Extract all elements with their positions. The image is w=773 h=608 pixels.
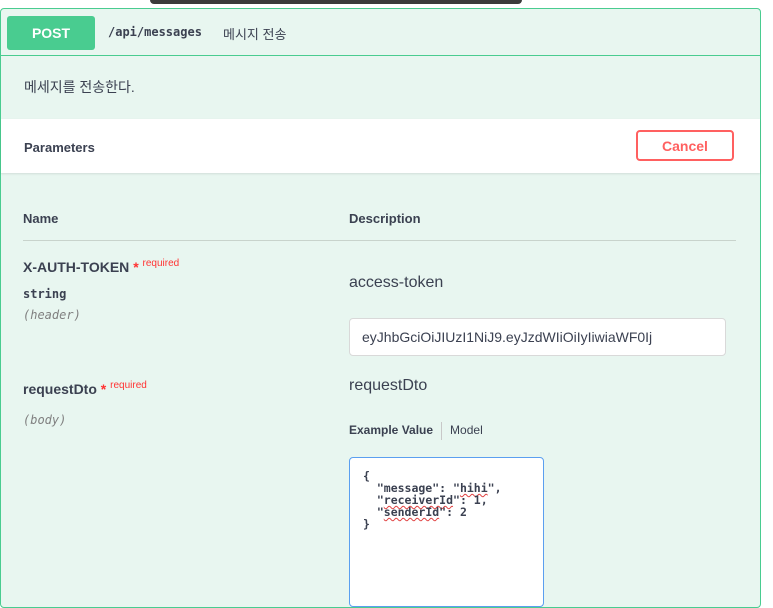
code-line: "senderId": 2 xyxy=(363,505,467,519)
tab-divider xyxy=(441,422,443,440)
request-body-editor[interactable]: { "message": "hihi", "receiverId": 1, "s… xyxy=(349,457,544,607)
tab-example-value[interactable]: Example Value xyxy=(349,423,433,437)
column-header-name: Name xyxy=(23,211,59,226)
param-name-text: requestDto xyxy=(23,381,97,397)
tab-model[interactable]: Model xyxy=(450,423,483,437)
code-line: } xyxy=(363,517,370,531)
param-description: requestDto xyxy=(349,377,428,394)
method-badge: POST xyxy=(7,16,95,50)
x-auth-token-input[interactable]: eyJhbGciOiJIUzI1NiJ9.eyJzdWIiOiIyIiwiaWF… xyxy=(349,318,726,356)
required-star: * xyxy=(100,381,107,397)
param-name-x-auth-token: X-AUTH-TOKEN * required xyxy=(23,258,180,275)
param-in: (body) xyxy=(23,413,67,427)
param-in: (header) xyxy=(23,308,81,322)
parameters-header: Parameters Cancel xyxy=(1,119,760,173)
spellcheck-word: senderId xyxy=(383,505,440,519)
header-divider xyxy=(23,240,736,241)
param-name-request-dto: requestDto * required xyxy=(23,380,147,397)
top-strip xyxy=(0,0,773,8)
column-header-description: Description xyxy=(349,211,421,226)
cancel-button[interactable]: Cancel xyxy=(636,130,734,161)
param-type: string xyxy=(23,287,67,301)
required-star: * xyxy=(133,259,139,275)
operation-description: 메세지를 전송한다. xyxy=(24,79,135,95)
parameters-title: Parameters xyxy=(24,140,95,155)
scroll-indicator xyxy=(150,0,522,4)
param-name-text: X-AUTH-TOKEN xyxy=(23,259,130,275)
operation-summary[interactable]: POST /api/messages 메시지 전송 xyxy=(1,9,760,56)
required-label: required xyxy=(142,258,180,269)
example-model-tabs: Example Value Model xyxy=(349,422,483,440)
param-description: access-token xyxy=(349,274,444,291)
operation-block: POST /api/messages 메시지 전송 메세지를 전송한다. Par… xyxy=(0,8,761,608)
operation-summary-text: 메시지 전송 xyxy=(223,27,287,42)
operation-path: /api/messages xyxy=(108,25,202,39)
required-label: required xyxy=(110,380,147,391)
